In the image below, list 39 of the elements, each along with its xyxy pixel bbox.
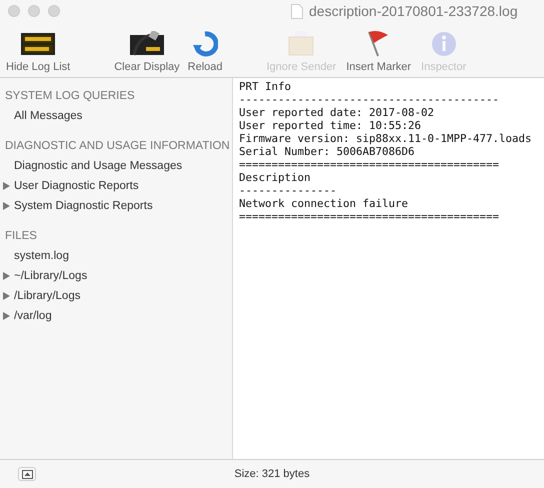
log-line: Firmware version: sip88xx.11-0-1MPP-477.loads: [239, 132, 532, 145]
toolbar-button[interactable]: Hide Log List: [6, 31, 70, 73]
log-line: Description: [239, 171, 311, 184]
sidebar-item[interactable]: system.log: [14, 250, 69, 262]
log-line: PRT Info: [239, 80, 292, 93]
led-sign-icon: [21, 31, 56, 57]
disclosure-triangle-icon[interactable]: [3, 272, 10, 280]
toolbar-button[interactable]: Insert Marker: [346, 29, 412, 73]
sidebar-item[interactable]: User Diagnostic Reports: [14, 180, 139, 192]
log-line: User reported date: 2017-08-02: [239, 106, 434, 119]
disclosure-triangle-icon[interactable]: [3, 292, 10, 300]
section-heading: SYSTEM LOG QUERIES: [4, 89, 136, 104]
disclosure-triangle-icon[interactable]: [3, 312, 10, 320]
toolbar-button[interactable]: Reload: [188, 31, 222, 73]
section-heading: FILES: [4, 229, 38, 244]
document-icon: [291, 4, 303, 18]
info-icon: [430, 31, 457, 57]
sidebar-item[interactable]: /Library/Logs: [14, 290, 80, 302]
log-line: ========================================: [239, 210, 500, 223]
window-title: description-20170801-233728.log: [309, 3, 518, 19]
log-line: User reported time: 10:55:26: [239, 119, 422, 132]
sidebar-item[interactable]: /var/log: [14, 310, 52, 322]
led-sign-icon: [130, 31, 164, 57]
log-line: ========================================: [239, 158, 500, 171]
sidebar-item[interactable]: ~/Library/Logs: [14, 270, 88, 282]
log-line: Serial Number: 5006AB7086D6: [239, 145, 415, 158]
log-line: ---------------: [239, 184, 337, 197]
reload-icon: [192, 31, 218, 57]
disclosure-triangle-icon[interactable]: [3, 202, 10, 210]
section-heading: DIAGNOSTIC AND USAGE INFORMATION: [4, 139, 231, 154]
log-line: ----------------------------------------: [239, 93, 500, 106]
sidebar-item[interactable]: All Messages: [14, 110, 82, 122]
file-size-text: Size: 321 bytes: [234, 468, 310, 480]
sidebar-item[interactable]: System Diagnostic Reports: [14, 200, 153, 212]
disclosure-triangle-icon[interactable]: [3, 182, 10, 190]
log-line: Network connection failure: [239, 197, 408, 210]
toggle-panel-button[interactable]: [18, 467, 36, 481]
toolbar-button[interactable]: Clear Display: [114, 31, 180, 73]
sidebar-item[interactable]: Diagnostic and Usage Messages: [14, 160, 182, 172]
